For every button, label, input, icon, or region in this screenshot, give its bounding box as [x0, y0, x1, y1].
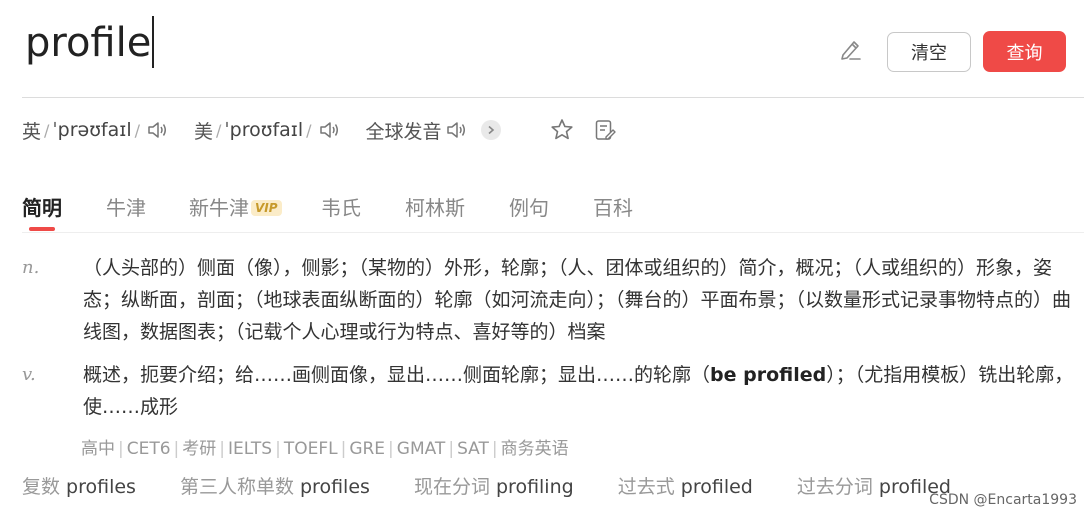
- tab-webster[interactable]: 韦氏: [321, 192, 361, 221]
- definition-verb: v. 概述，扼要介绍；给……画侧面像，显出……侧面轮廓；显出……的轮廓（be p…: [22, 359, 1074, 423]
- us-pronunciation: 美 / ˈproʊfaɪl /: [194, 117, 340, 144]
- word-form-value[interactable]: profiles: [66, 476, 136, 498]
- dictionary-tabs: 简明 牛津 新牛津 VIP 韦氏 柯林斯 例句 百科: [22, 188, 1084, 234]
- active-tab-indicator: [29, 227, 55, 231]
- word-form-value[interactable]: profiling: [496, 476, 574, 498]
- separator: |: [340, 439, 347, 459]
- part-of-speech: n.: [22, 257, 40, 278]
- separator: |: [219, 439, 226, 459]
- word-form-label: 过去分词: [796, 476, 873, 498]
- notebook-icon[interactable]: [593, 118, 617, 142]
- word-form: 过去式 profiled: [618, 472, 753, 499]
- watermark: CSDN @Encarta1993: [929, 492, 1077, 508]
- tab-collins[interactable]: 柯林斯: [405, 192, 465, 221]
- search-query-text: profile: [25, 20, 152, 66]
- word-form: 过去分词 profiled: [797, 472, 951, 499]
- word-form: 复数 profiles: [22, 472, 136, 499]
- header-divider: [22, 97, 1084, 98]
- word-form-label: 现在分词: [413, 476, 490, 498]
- star-icon[interactable]: [549, 117, 575, 143]
- uk-speaker-icon[interactable]: [146, 119, 168, 141]
- word-form: 现在分词 profiling: [414, 472, 574, 499]
- tab-new-oxford-label: 新牛津: [189, 196, 249, 220]
- word-form-label: 第三人称单数: [179, 476, 294, 498]
- clear-button[interactable]: 清空: [887, 32, 971, 72]
- global-pronunciation[interactable]: 全球发音: [366, 117, 501, 144]
- definition-text: 概述，扼要介绍；给……画侧面像，显出……侧面轮廓；显出……的轮廓（be prof…: [83, 359, 1076, 423]
- definition-noun: n. （人头部的）侧面（像），侧影；（某物的）外形，轮廓；（人、团体或组织的）简…: [22, 252, 1074, 348]
- separator: |: [173, 439, 180, 459]
- exam-tag: 考研: [182, 439, 217, 459]
- global-pronunciation-label: 全球发音: [365, 120, 442, 143]
- global-speaker-icon[interactable]: [445, 119, 467, 141]
- exam-tag: SAT: [457, 439, 489, 459]
- slash: /: [306, 120, 312, 140]
- tab-oxford[interactable]: 牛津: [106, 192, 146, 221]
- definition-text-part: 概述，扼要介绍；给……画侧面像，显出……侧面轮廓；显出……的轮廓（: [83, 364, 711, 386]
- exam-tags: 高中 | CET6 | 考研 | IELTS | TOEFL | GRE | GMAT | SAT | 商务英语: [81, 434, 569, 459]
- exam-tag: 高中: [81, 439, 115, 459]
- tab-encyclopedia[interactable]: 百科: [593, 192, 633, 221]
- tab-new-oxford[interactable]: 新牛津 VIP: [189, 192, 282, 221]
- exam-tag: GMAT: [396, 439, 446, 459]
- uk-pronunciation: 英 / ˈprəʊfaɪl /: [22, 117, 168, 144]
- exam-tag: CET6: [126, 439, 171, 459]
- us-ipa: ˈproʊfaɪl: [224, 119, 304, 141]
- us-label: 美: [194, 120, 214, 143]
- separator: |: [491, 439, 498, 459]
- word-form-label: 过去式: [617, 476, 675, 498]
- word-form: 第三人称单数 profiles: [180, 472, 370, 499]
- search-input[interactable]: profile: [25, 16, 155, 68]
- tab-concise[interactable]: 简明: [22, 192, 62, 221]
- word-form-value[interactable]: profiles: [300, 476, 370, 498]
- search-button[interactable]: 查询: [983, 31, 1066, 72]
- text-caret: [152, 16, 155, 68]
- search-bar: profile 清空 查询: [0, 0, 1091, 98]
- uk-label: 英: [22, 120, 42, 143]
- exam-tag: GRE: [349, 439, 386, 459]
- word-forms: 复数 profiles 第三人称单数 profiles 现在分词 profiling …: [22, 472, 951, 499]
- vip-badge: VIP: [251, 200, 282, 216]
- word-actions: [549, 117, 617, 143]
- definition-bold-phrase: be profiled: [710, 364, 827, 386]
- word-form-label: 复数: [22, 476, 61, 498]
- pen-icon[interactable]: [838, 36, 864, 62]
- separator: |: [118, 439, 124, 459]
- slash: /: [44, 120, 50, 140]
- separator: |: [388, 439, 394, 459]
- separator: |: [448, 439, 455, 459]
- definition-text: （人头部的）侧面（像），侧影；（某物的）外形，轮廓；（人、团体或组织的）简介，概…: [83, 257, 1072, 343]
- word-form-value[interactable]: profiled: [681, 476, 753, 498]
- separator: |: [275, 439, 281, 459]
- us-speaker-icon[interactable]: [318, 119, 340, 141]
- exam-tag: 商务英语: [500, 439, 569, 459]
- tab-examples[interactable]: 例句: [509, 192, 549, 221]
- slash: /: [216, 120, 222, 140]
- part-of-speech: v.: [22, 364, 36, 385]
- uk-ipa: ˈprəʊfaɪl: [52, 119, 132, 141]
- slash: /: [134, 120, 140, 140]
- exam-tag: IELTS: [228, 439, 273, 459]
- tabs-divider: [22, 232, 1084, 233]
- exam-tag: TOEFL: [283, 439, 338, 459]
- chevron-right-icon[interactable]: [480, 120, 501, 140]
- pronunciation-row: 英 / ˈprəʊfaɪl / 美 / ˈproʊfaɪl / 全球发音: [22, 114, 617, 146]
